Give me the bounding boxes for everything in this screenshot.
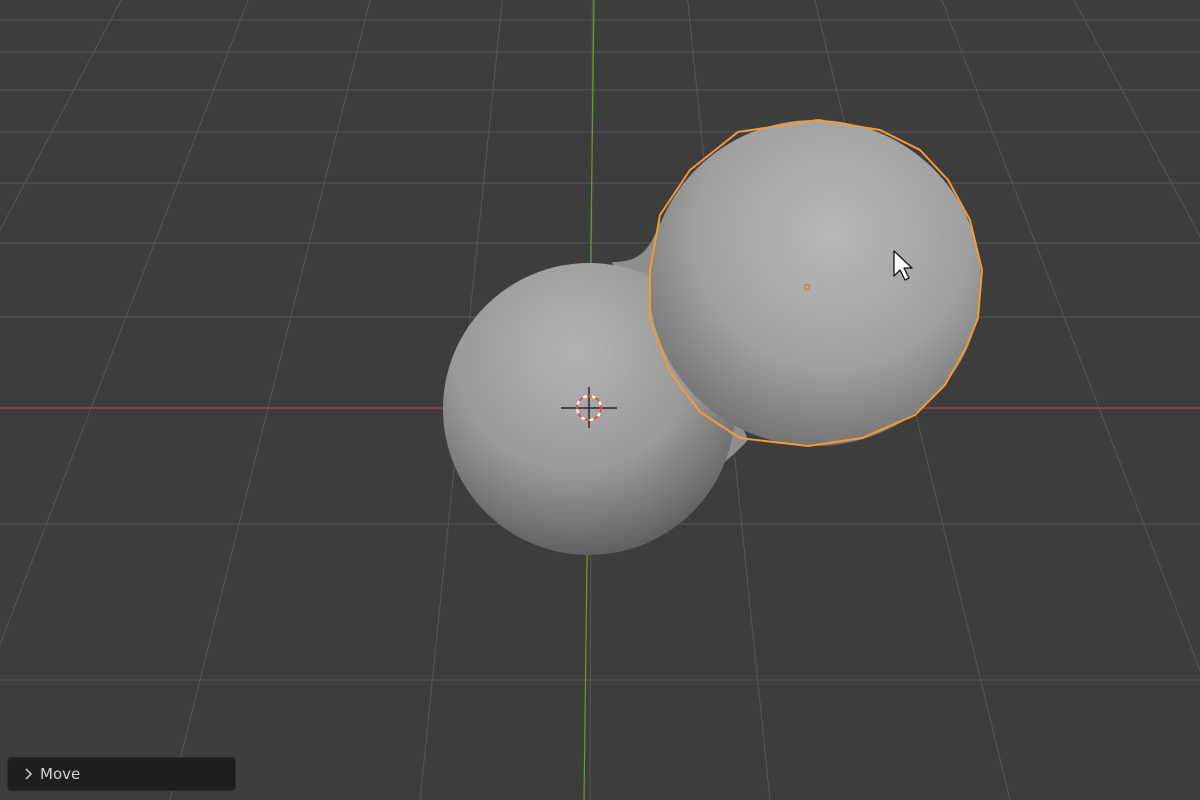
3d-viewport[interactable]: Move xyxy=(0,0,1200,800)
chevron-right-icon xyxy=(25,768,33,780)
viewport-scene[interactable] xyxy=(0,0,1200,800)
operator-panel-move[interactable]: Move xyxy=(7,757,236,791)
selected-sphere-object[interactable] xyxy=(649,120,981,446)
operator-panel-label: Move xyxy=(40,765,81,783)
